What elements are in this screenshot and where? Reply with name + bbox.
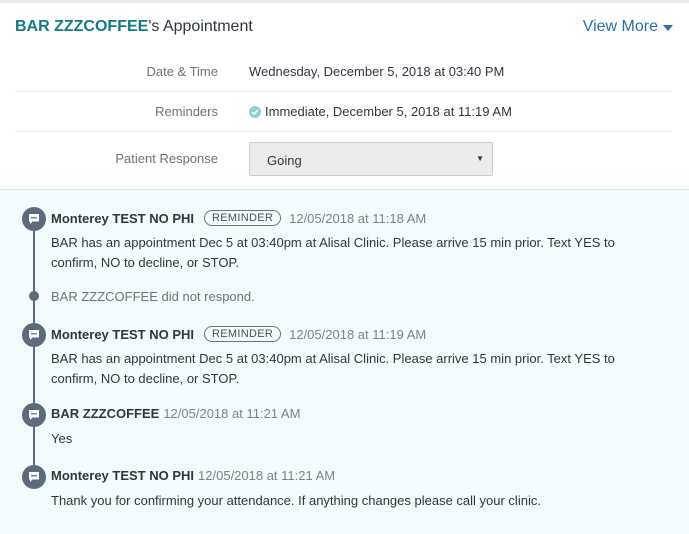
message-text: BAR has an appointment Dec 5 at 03:40pm …: [51, 233, 661, 273]
message-line: Thank you for confirming your attendance…: [51, 493, 541, 508]
patient-response-row: Patient Response Going ▼: [15, 132, 672, 188]
patient-response-select[interactable]: Going ▼: [249, 142, 493, 176]
message-meta: Monterey TEST NO PHI 12/05/2018 at 11:21…: [51, 468, 335, 483]
message-line: confirm, NO to decline, or STOP.: [51, 255, 240, 270]
reminders-row: Reminders Immediate, December 5, 2018 at…: [15, 92, 672, 132]
page-title: BAR ZZZCOFFEE's Appointment: [15, 18, 253, 36]
message-meta: Monterey TEST NO PHI REMINDER 12/05/2018…: [51, 210, 426, 226]
reminders-label: Reminders: [155, 104, 218, 119]
message-sender: Monterey TEST NO PHI: [51, 468, 195, 483]
reminders-value-group: Immediate, December 5, 2018 at 11:19 AM: [249, 104, 512, 119]
message-line: BAR has an appointment Dec 5 at 03:40pm …: [51, 351, 615, 366]
patient-response-label: Patient Response: [115, 151, 218, 166]
message-text: Thank you for confirming your attendance…: [51, 491, 661, 511]
reminder-badge: REMINDER: [204, 326, 282, 342]
message-sender: Monterey TEST NO PHI: [51, 210, 195, 226]
dropdown-arrow-icon: ▼: [476, 154, 484, 163]
date-time-value: Wednesday, December 5, 2018 at 03:40 PM: [249, 64, 505, 79]
timeline-connector: [33, 222, 35, 482]
patient-response-value: Going: [267, 153, 302, 168]
reminders-value: Immediate, December 5, 2018 at 11:19 AM: [265, 104, 512, 119]
message-timestamp: 12/05/2018 at 11:19 AM: [289, 326, 427, 342]
appointment-details: Date & Time Wednesday, December 5, 2018 …: [15, 52, 672, 188]
timeline-dot: [29, 291, 39, 301]
message-timeline: Monterey TEST NO PHI REMINDER 12/05/2018…: [0, 189, 689, 534]
message-sender: BAR ZZZCOFFEE: [51, 406, 160, 421]
message-line: Yes: [51, 431, 73, 446]
message-sender: Monterey TEST NO PHI: [51, 326, 195, 342]
message-meta: Monterey TEST NO PHI REMINDER 12/05/2018…: [51, 326, 426, 342]
no-response-note: BAR ZZZCOFFEE did not respond.: [51, 289, 255, 304]
message-text: BAR has an appointment Dec 5 at 03:40pm …: [51, 349, 661, 389]
view-more-button[interactable]: View More: [583, 18, 673, 36]
message-timestamp: 12/05/2018 at 11:21 AM: [163, 406, 301, 421]
check-circle-icon: [249, 105, 261, 118]
message-line: confirm, NO to decline, or STOP.: [51, 371, 240, 386]
patient-name: BAR ZZZCOFFEE: [15, 18, 149, 35]
reminder-badge: REMINDER: [204, 210, 282, 226]
chat-bubble-icon: [22, 403, 46, 427]
caret-down-icon: [663, 25, 673, 31]
title-suffix: 's Appointment: [148, 18, 253, 35]
appointment-header: BAR ZZZCOFFEE's Appointment View More: [0, 0, 689, 52]
date-time-row: Date & Time Wednesday, December 5, 2018 …: [15, 52, 672, 92]
message-timestamp: 12/05/2018 at 11:21 AM: [198, 468, 336, 483]
message-meta: BAR ZZZCOFFEE 12/05/2018 at 11:21 AM: [51, 406, 300, 421]
chat-bubble-icon: [22, 323, 46, 347]
message-line: BAR has an appointment Dec 5 at 03:40pm …: [51, 235, 615, 250]
message-timestamp: 12/05/2018 at 11:18 AM: [289, 210, 427, 226]
chat-bubble-icon: [22, 465, 46, 489]
date-time-label: Date & Time: [146, 64, 218, 79]
chat-bubble-icon: [22, 207, 46, 231]
message-text: Yes: [51, 429, 661, 449]
view-more-label: View More: [582, 18, 658, 35]
